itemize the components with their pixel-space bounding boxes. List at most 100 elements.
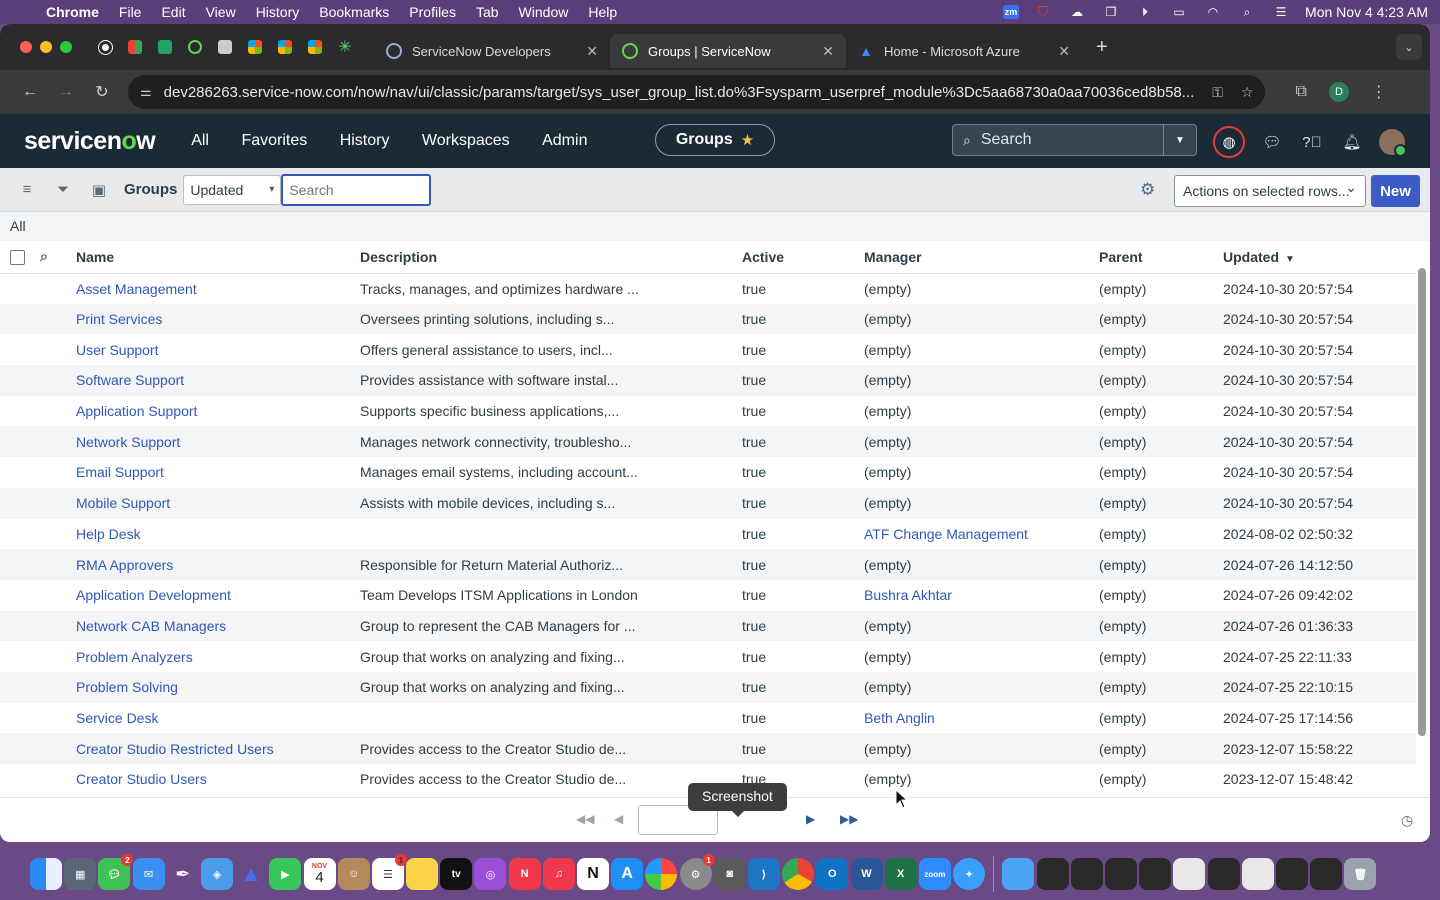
servicenow-logo[interactable]: servicenow (24, 127, 156, 156)
select-all-checkbox[interactable] (10, 250, 25, 266)
column-header-active[interactable]: Active (742, 241, 864, 274)
menu-view[interactable]: View (206, 4, 236, 20)
previous-page-icon[interactable]: ◀ (614, 812, 623, 826)
table-row[interactable]: Print Services Oversees printing solution… (0, 303, 1416, 335)
nav-history[interactable]: History (340, 132, 390, 149)
cell-name[interactable]: Mobile Support (76, 487, 360, 519)
vscode-icon[interactable]: ⟩ (747, 858, 780, 890)
profile-avatar[interactable]: D (1328, 82, 1349, 102)
list-context-icon[interactable]: ▣ (84, 181, 114, 199)
minimized-window-8[interactable] (1275, 858, 1308, 890)
forward-icon[interactable]: → (48, 83, 84, 101)
cell-name[interactable]: RMA Approvers (76, 549, 360, 580)
row-select-cell[interactable] (0, 303, 34, 335)
notes-icon[interactable] (406, 858, 439, 890)
row-select-cell[interactable] (0, 580, 34, 611)
browser-menu-icon[interactable]: ⋮ (1371, 82, 1387, 102)
minimized-window-9[interactable] (1310, 858, 1343, 890)
pinned-tab-sheets[interactable] (150, 32, 180, 62)
zoom-status-icon[interactable]: zm (1003, 5, 1020, 19)
row-select-cell[interactable] (0, 610, 34, 642)
app-store-icon[interactable]: A (611, 858, 644, 890)
cell-manager[interactable]: Bushra Akhtar (864, 580, 1099, 611)
close-window-icon[interactable] (20, 41, 32, 53)
minimized-window-2[interactable] (1070, 858, 1103, 890)
close-tab-icon[interactable]: ✕ (1058, 43, 1070, 60)
extensions-icon[interactable]: ⧉ (1295, 83, 1306, 101)
menu-clock[interactable]: Mon Nov 4 4:23 AM (1305, 4, 1428, 20)
list-settings-gear-icon[interactable]: ⚙ (1140, 180, 1155, 200)
row-select-cell[interactable] (0, 273, 34, 304)
messages-icon[interactable]: 💬︎ 2 (98, 854, 134, 890)
menu-history[interactable]: History (256, 4, 300, 20)
menu-help[interactable]: Help (588, 4, 617, 20)
address-bar[interactable]: ⚌ dev286263.service-now.com/now/nav/ui/c… (128, 75, 1266, 109)
pen-tool-icon[interactable]: ✒ (167, 858, 199, 890)
row-select-cell[interactable] (0, 457, 34, 488)
system-settings-icon[interactable]: ⚙ 1 (679, 854, 715, 890)
pinned-tab-files[interactable] (210, 32, 240, 62)
cell-name[interactable]: Problem Solving (76, 671, 360, 703)
table-row[interactable]: Network Support Manages network connectiv… (0, 426, 1416, 458)
cell-manager[interactable]: Beth Anglin (864, 703, 1099, 734)
podcasts-icon[interactable]: ◎ (474, 858, 507, 890)
screenshot-icon[interactable]: ◙ (713, 858, 746, 890)
help-icon[interactable]: ?⃝ (1299, 134, 1325, 151)
word-icon[interactable]: W (850, 858, 883, 890)
row-select-cell[interactable] (0, 764, 34, 795)
contacts-icon[interactable]: ☺ (337, 858, 370, 890)
menu-edit[interactable]: Edit (161, 4, 185, 20)
cell-name[interactable]: Network CAB Managers (76, 610, 360, 642)
menu-file[interactable]: File (119, 4, 142, 20)
wifi-icon[interactable]: ◠ (1203, 5, 1223, 19)
nav-favorites[interactable]: Favorites (241, 132, 307, 149)
minimized-window-3[interactable] (1105, 858, 1137, 890)
menu-tab[interactable]: Tab (476, 4, 499, 20)
chat-icon[interactable]: 💬︎ (1259, 133, 1285, 151)
folder-icon[interactable] (1002, 858, 1035, 890)
tab-search-chevron-icon[interactable]: ⌄ (1396, 34, 1422, 60)
pinned-tab-microsoft-3[interactable] (300, 32, 330, 62)
cell-name[interactable]: Problem Analyzers (76, 641, 360, 672)
table-row[interactable]: Asset Management Tracks, manages, and opt… (0, 273, 1416, 304)
battery-icon[interactable]: ▭ (1169, 5, 1189, 19)
column-header-manager[interactable]: Manager (864, 241, 1099, 274)
pinned-tab-microsoft-2[interactable] (270, 32, 300, 62)
cloud-icon[interactable]: ☁ (1067, 5, 1087, 19)
bookmark-star-icon[interactable]: ☆ (1241, 84, 1254, 101)
table-row[interactable]: Application Support Supports specific bus… (0, 396, 1416, 427)
minimized-window-1[interactable] (1036, 858, 1069, 890)
calendar-icon[interactable]: NOV 4 (303, 858, 336, 890)
photos-icon[interactable] (645, 858, 678, 890)
table-row[interactable]: Software Support Provides assistance with… (0, 365, 1416, 396)
table-row[interactable]: Service Desk true Beth Anglin (empty) 2024-0… (0, 703, 1416, 734)
trash-icon[interactable]: 🗑︎ (1344, 858, 1377, 890)
cell-name[interactable]: Creator Studio Restricted Users (76, 733, 360, 764)
table-row[interactable]: Creator Studio Restricted Users Provides … (0, 733, 1416, 764)
tab-microsoft-azure[interactable]: ▲ Home - Microsoft Azure ✕ (846, 34, 1082, 68)
site-info-icon[interactable]: ⚌ (140, 84, 152, 100)
cell-name[interactable]: Email Support (76, 457, 360, 488)
pinned-tab-servicenow[interactable] (180, 32, 210, 62)
global-search[interactable]: ⌕ Search ▼ (952, 124, 1197, 156)
mail-icon[interactable]: ✉ (132, 858, 165, 890)
column-header-updated[interactable]: Updated ▼ (1223, 241, 1416, 274)
table-row[interactable]: Network CAB Managers Group to represent t… (0, 610, 1416, 642)
notion-icon[interactable]: N (577, 858, 609, 890)
column-header-parent[interactable]: Parent (1099, 241, 1223, 274)
favorite-star-icon[interactable]: ★ (741, 131, 754, 149)
control-center-icon[interactable]: ☰ (1271, 5, 1291, 19)
window-stack-icon[interactable]: ❐ (1101, 5, 1121, 19)
news-icon[interactable]: N (508, 858, 541, 890)
password-key-icon[interactable]: ⚿ (1212, 84, 1223, 101)
zoom-icon[interactable]: zoom (918, 858, 951, 890)
table-row[interactable]: Problem Analyzers Group that works on ana… (0, 641, 1416, 672)
cell-name[interactable]: Application Development (76, 580, 360, 611)
first-page-icon[interactable]: ◀◀ (576, 812, 594, 826)
table-row[interactable]: RMA Approvers Responsible for Return Mate… (0, 549, 1416, 580)
actions-select[interactable]: Actions on selected rows... (1174, 175, 1366, 207)
table-row[interactable]: Email Support Manages email systems, incl… (0, 457, 1416, 488)
row-select-cell[interactable] (0, 641, 34, 672)
chrome-icon[interactable] (782, 858, 815, 890)
cell-name[interactable]: Network Support (76, 426, 360, 458)
